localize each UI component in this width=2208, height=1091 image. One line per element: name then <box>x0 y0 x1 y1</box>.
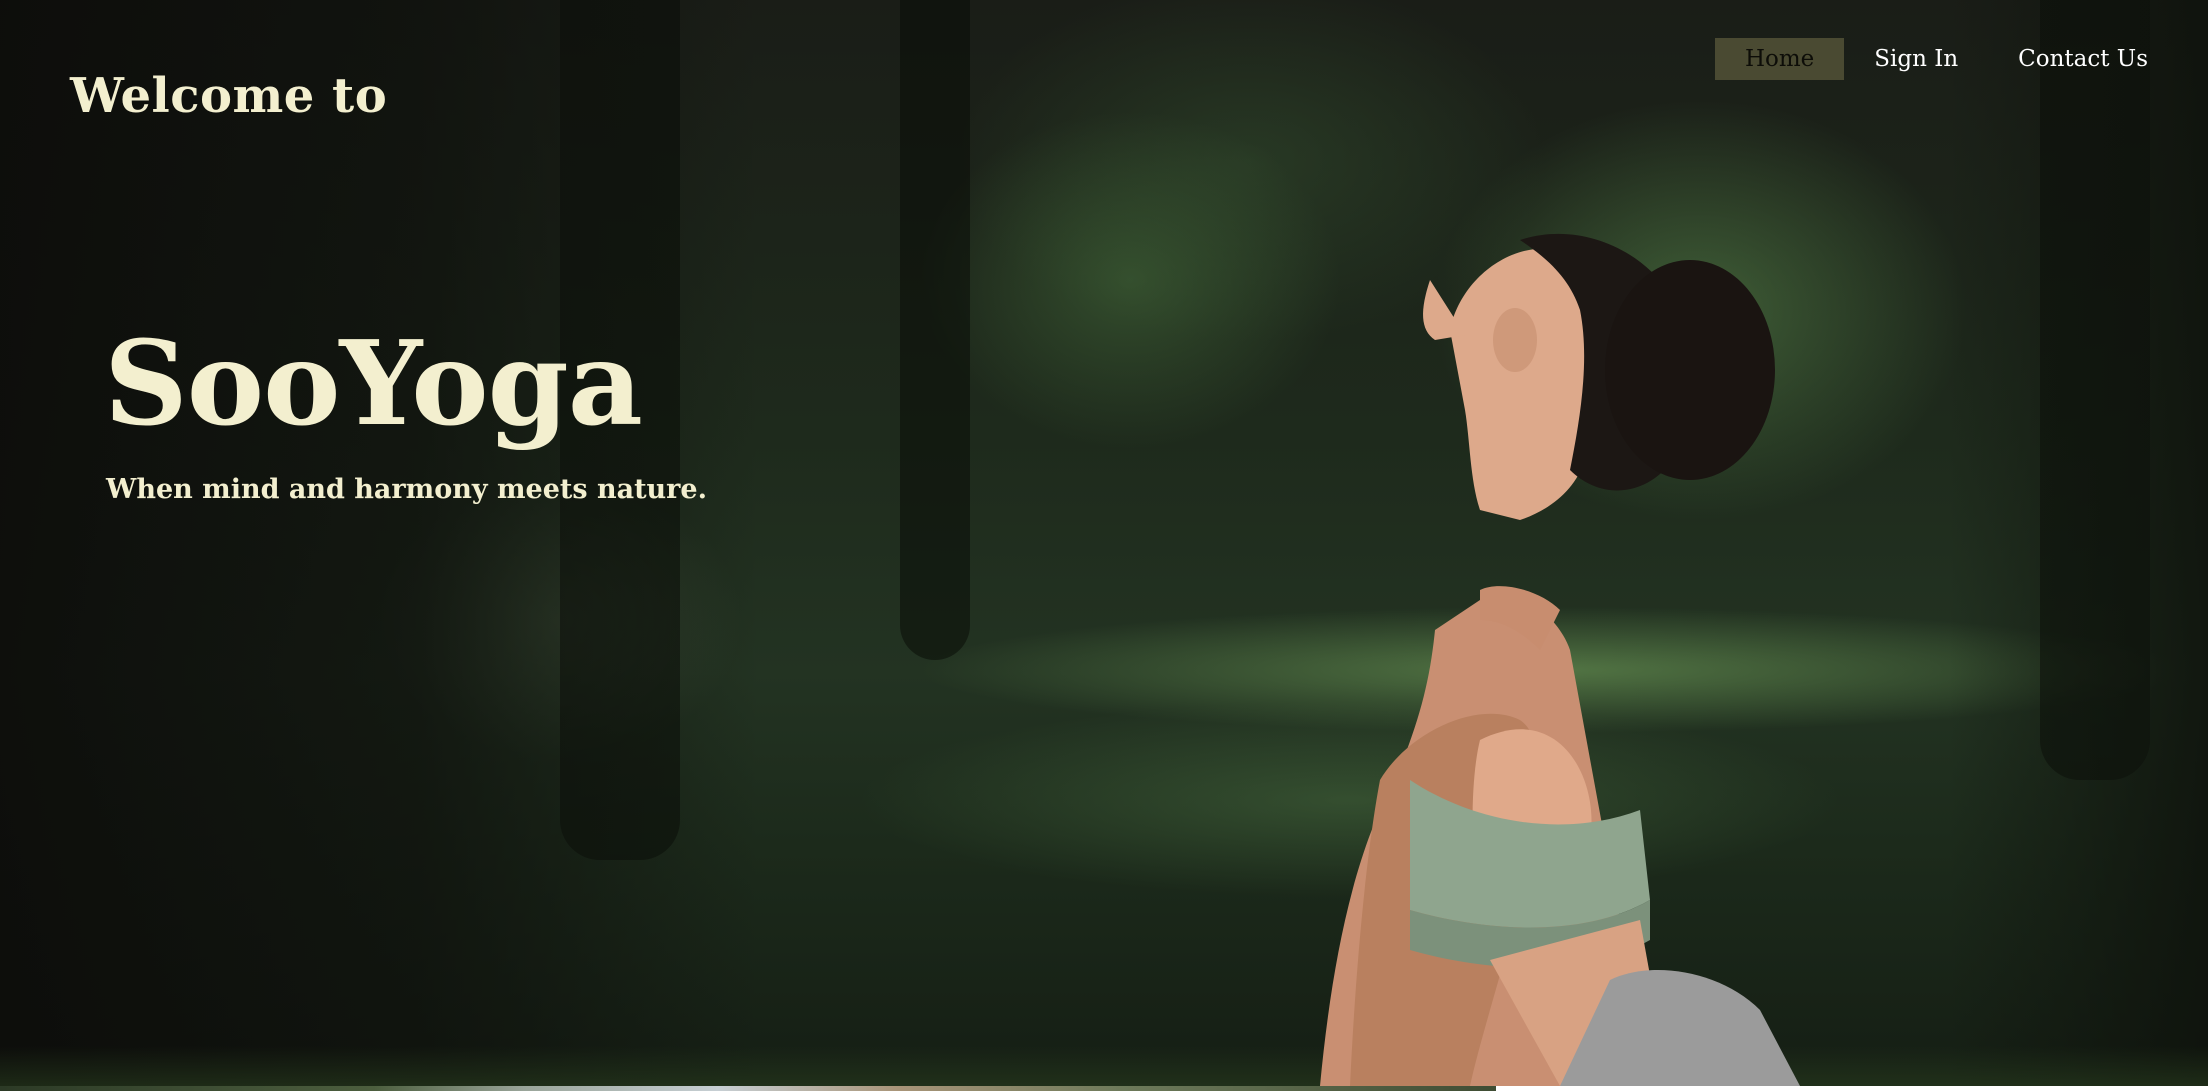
hero-title: SooYoga <box>104 316 643 452</box>
hero-background <box>0 0 2208 1086</box>
welcome-heading: Welcome to <box>70 68 388 124</box>
hero-tagline: When mind and harmony meets nature. <box>106 474 707 505</box>
nav-contact-us[interactable]: Contact Us <box>1988 38 2178 80</box>
hero-overlay-right <box>1948 0 2208 1086</box>
yoga-woman-image <box>1180 220 1860 1086</box>
next-section-image-strip <box>0 1086 1496 1091</box>
nav-home[interactable]: Home <box>1714 38 1845 80</box>
top-nav: Home Sign In Contact Us <box>1714 38 2178 80</box>
nav-sign-in[interactable]: Sign In <box>1844 38 1988 80</box>
hero-overlay-left <box>0 0 760 1086</box>
grass-strip <box>0 1046 2208 1086</box>
tree-trunk-mid <box>900 0 970 660</box>
